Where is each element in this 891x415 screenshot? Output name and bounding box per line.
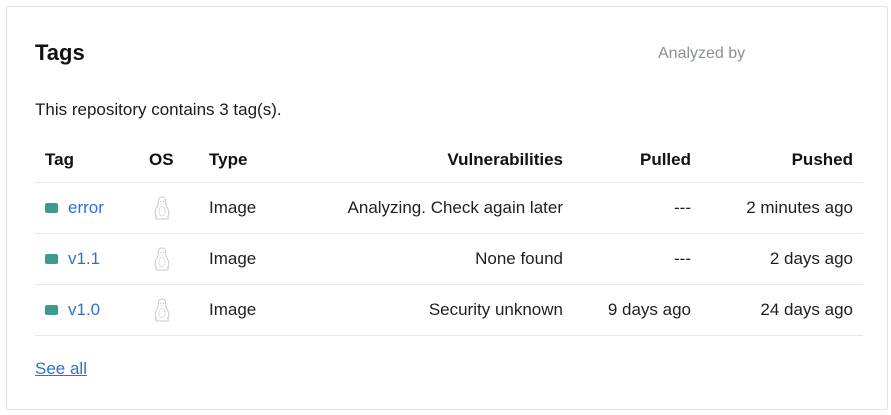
card-title: Tags	[35, 40, 85, 65]
header-tag[interactable]: Tag	[45, 137, 74, 182]
vulnerabilities-cell: Security unknown	[428, 300, 563, 319]
header-vulnerabilities[interactable]: Vulnerabilities	[447, 137, 563, 182]
header-type[interactable]: Type	[209, 137, 247, 182]
vulnerabilities-cell: Analyzing. Check again later	[347, 198, 563, 217]
vulnerabilities-cell: None found	[475, 249, 563, 268]
header-pushed[interactable]: Pushed	[792, 137, 853, 182]
type-cell: Image	[209, 300, 257, 319]
pulled-cell: 9 days ago	[607, 300, 691, 319]
os-cell	[149, 285, 173, 335]
tag-cell: v1.0	[45, 285, 100, 335]
tag-count-summary: This repository contains 3 tag(s).	[35, 100, 282, 119]
tag-cell: v1.1	[45, 234, 100, 284]
pulled-cell: ---	[674, 249, 691, 268]
status-dot	[45, 254, 58, 264]
table-header-row: Tag OS Type Vulnerabilities Pulled Pushe…	[35, 137, 863, 183]
tags-card: Tags Analyzed by This repository contain…	[6, 6, 888, 410]
tag-cell: error	[45, 183, 104, 233]
type-cell: Image	[209, 198, 257, 217]
tags-table: Tag OS Type Vulnerabilities Pulled Pushe…	[35, 137, 863, 336]
header-pulled[interactable]: Pulled	[640, 137, 691, 182]
tag-link[interactable]: v1.0	[68, 300, 100, 320]
linux-penguin-icon	[154, 247, 170, 271]
table-row: v1.0 Image Security unknown 9 days ago 2…	[35, 285, 863, 336]
os-cell	[149, 234, 173, 284]
header-os[interactable]: OS	[149, 137, 174, 182]
pulled-cell: ---	[674, 198, 691, 217]
table-row: error Image Analyzing. Check again later…	[35, 183, 863, 234]
os-cell	[149, 183, 173, 233]
analyzed-by-label: Analyzed by	[658, 45, 746, 62]
status-dot	[45, 203, 58, 213]
pushed-cell: 24 days ago	[760, 300, 853, 319]
see-all-link[interactable]: See all	[35, 359, 87, 379]
table-row: v1.1 Image None found --- 2 days ago	[35, 234, 863, 285]
tag-link[interactable]: error	[68, 198, 104, 218]
linux-penguin-icon	[154, 298, 170, 322]
linux-penguin-icon	[154, 196, 170, 220]
pushed-cell: 2 days ago	[769, 249, 853, 268]
status-dot	[45, 305, 58, 315]
pushed-cell: 2 minutes ago	[746, 198, 853, 217]
tag-link[interactable]: v1.1	[68, 249, 100, 269]
type-cell: Image	[209, 249, 257, 268]
